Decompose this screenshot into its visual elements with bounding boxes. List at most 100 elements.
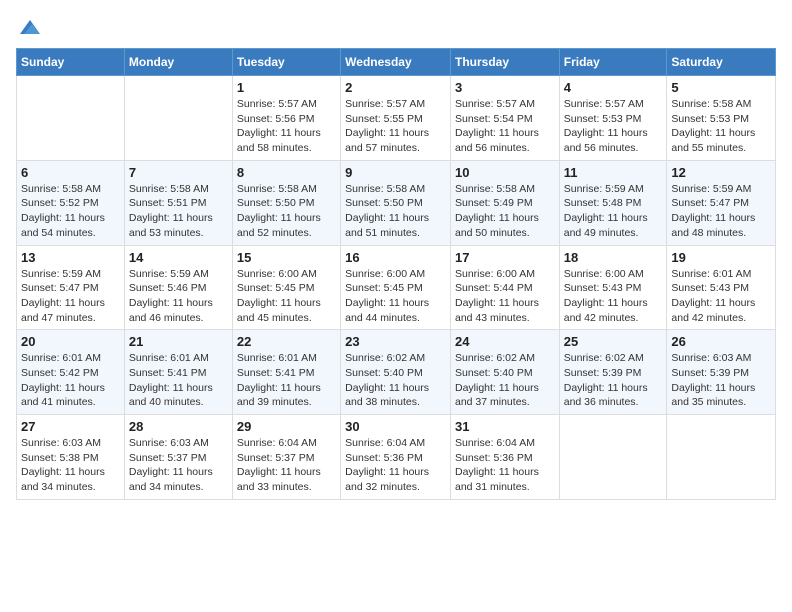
day-number: 3	[455, 80, 555, 95]
day-info: Sunrise: 6:02 AMSunset: 5:40 PMDaylight:…	[455, 351, 555, 410]
day-info: Sunrise: 5:58 AMSunset: 5:53 PMDaylight:…	[671, 97, 771, 156]
day-info: Sunrise: 6:02 AMSunset: 5:39 PMDaylight:…	[564, 351, 663, 410]
calendar-cell: 10 Sunrise: 5:58 AMSunset: 5:49 PMDayligh…	[450, 160, 559, 245]
calendar-cell: 13 Sunrise: 5:59 AMSunset: 5:47 PMDayligh…	[17, 245, 125, 330]
day-number: 27	[21, 419, 120, 434]
calendar-cell: 26 Sunrise: 6:03 AMSunset: 5:39 PMDayligh…	[667, 330, 776, 415]
calendar-cell: 22 Sunrise: 6:01 AMSunset: 5:41 PMDayligh…	[232, 330, 340, 415]
day-number: 30	[345, 419, 446, 434]
day-number: 25	[564, 334, 663, 349]
day-info: Sunrise: 5:59 AMSunset: 5:47 PMDaylight:…	[671, 182, 771, 241]
day-info: Sunrise: 6:03 AMSunset: 5:37 PMDaylight:…	[129, 436, 228, 495]
day-info: Sunrise: 6:02 AMSunset: 5:40 PMDaylight:…	[345, 351, 446, 410]
day-info: Sunrise: 5:58 AMSunset: 5:50 PMDaylight:…	[345, 182, 446, 241]
day-number: 1	[237, 80, 336, 95]
header-wednesday: Wednesday	[341, 49, 451, 76]
calendar-cell: 14 Sunrise: 5:59 AMSunset: 5:46 PMDayligh…	[124, 245, 232, 330]
calendar-cell: 8 Sunrise: 5:58 AMSunset: 5:50 PMDaylight…	[232, 160, 340, 245]
day-info: Sunrise: 6:01 AMSunset: 5:41 PMDaylight:…	[237, 351, 336, 410]
logo	[16, 16, 42, 40]
day-number: 24	[455, 334, 555, 349]
calendar-cell: 20 Sunrise: 6:01 AMSunset: 5:42 PMDayligh…	[17, 330, 125, 415]
calendar-week-row: 20 Sunrise: 6:01 AMSunset: 5:42 PMDayligh…	[17, 330, 776, 415]
calendar-cell: 27Sunrise: 6:03 AMSunset: 5:38 PMDayligh…	[17, 415, 125, 500]
calendar-cell: 24 Sunrise: 6:02 AMSunset: 5:40 PMDayligh…	[450, 330, 559, 415]
calendar-cell	[17, 76, 125, 161]
day-number: 12	[671, 165, 771, 180]
day-info: Sunrise: 6:01 AMSunset: 5:42 PMDaylight:…	[21, 351, 120, 410]
day-number: 13	[21, 250, 120, 265]
day-info: Sunrise: 5:58 AMSunset: 5:52 PMDaylight:…	[21, 182, 120, 241]
calendar-cell: 1Sunrise: 5:57 AMSunset: 5:56 PMDaylight…	[232, 76, 340, 161]
calendar-cell: 7Sunrise: 5:58 AMSunset: 5:51 PMDaylight…	[124, 160, 232, 245]
calendar-cell: 18 Sunrise: 6:00 AMSunset: 5:43 PMDayligh…	[559, 245, 667, 330]
calendar-cell: 12 Sunrise: 5:59 AMSunset: 5:47 PMDayligh…	[667, 160, 776, 245]
day-number: 4	[564, 80, 663, 95]
day-number: 14	[129, 250, 228, 265]
calendar-cell: 9 Sunrise: 5:58 AMSunset: 5:50 PMDaylight…	[341, 160, 451, 245]
calendar-cell	[559, 415, 667, 500]
calendar-table: SundayMondayTuesdayWednesdayThursdayFrid…	[16, 48, 776, 500]
calendar-cell: 23 Sunrise: 6:02 AMSunset: 5:40 PMDayligh…	[341, 330, 451, 415]
logo-icon	[18, 16, 42, 40]
day-info: Sunrise: 5:58 AMSunset: 5:50 PMDaylight:…	[237, 182, 336, 241]
day-number: 22	[237, 334, 336, 349]
day-number: 21	[129, 334, 228, 349]
day-number: 19	[671, 250, 771, 265]
calendar-cell: 16 Sunrise: 6:00 AMSunset: 5:45 PMDayligh…	[341, 245, 451, 330]
day-number: 10	[455, 165, 555, 180]
day-number: 6	[21, 165, 120, 180]
day-number: 5	[671, 80, 771, 95]
day-info: Sunrise: 6:00 AMSunset: 5:43 PMDaylight:…	[564, 267, 663, 326]
day-number: 9	[345, 165, 446, 180]
calendar-week-row: 6 Sunrise: 5:58 AMSunset: 5:52 PMDaylight…	[17, 160, 776, 245]
day-number: 26	[671, 334, 771, 349]
calendar-cell: 17Sunrise: 6:00 AMSunset: 5:44 PMDayligh…	[450, 245, 559, 330]
day-number: 2	[345, 80, 446, 95]
header-thursday: Thursday	[450, 49, 559, 76]
day-info: Sunrise: 5:57 AMSunset: 5:53 PMDaylight:…	[564, 97, 663, 156]
calendar-cell: 28Sunrise: 6:03 AMSunset: 5:37 PMDayligh…	[124, 415, 232, 500]
calendar-cell: 31Sunrise: 6:04 AMSunset: 5:36 PMDayligh…	[450, 415, 559, 500]
calendar-cell: 19 Sunrise: 6:01 AMSunset: 5:43 PMDayligh…	[667, 245, 776, 330]
calendar-cell: 21 Sunrise: 6:01 AMSunset: 5:41 PMDayligh…	[124, 330, 232, 415]
calendar-cell	[124, 76, 232, 161]
calendar-week-row: 27Sunrise: 6:03 AMSunset: 5:38 PMDayligh…	[17, 415, 776, 500]
day-info: Sunrise: 5:59 AMSunset: 5:48 PMDaylight:…	[564, 182, 663, 241]
day-info: Sunrise: 5:58 AMSunset: 5:49 PMDaylight:…	[455, 182, 555, 241]
calendar-cell: 4 Sunrise: 5:57 AMSunset: 5:53 PMDaylight…	[559, 76, 667, 161]
day-info: Sunrise: 6:04 AMSunset: 5:36 PMDaylight:…	[455, 436, 555, 495]
day-number: 8	[237, 165, 336, 180]
day-info: Sunrise: 6:01 AMSunset: 5:41 PMDaylight:…	[129, 351, 228, 410]
day-info: Sunrise: 5:59 AMSunset: 5:47 PMDaylight:…	[21, 267, 120, 326]
calendar-cell: 30 Sunrise: 6:04 AMSunset: 5:36 PMDayligh…	[341, 415, 451, 500]
page-header	[16, 16, 776, 40]
calendar-cell: 2 Sunrise: 5:57 AMSunset: 5:55 PMDaylight…	[341, 76, 451, 161]
day-number: 11	[564, 165, 663, 180]
header-tuesday: Tuesday	[232, 49, 340, 76]
calendar-cell: 15Sunrise: 6:00 AMSunset: 5:45 PMDayligh…	[232, 245, 340, 330]
header-monday: Monday	[124, 49, 232, 76]
day-info: Sunrise: 6:01 AMSunset: 5:43 PMDaylight:…	[671, 267, 771, 326]
day-info: Sunrise: 6:04 AMSunset: 5:36 PMDaylight:…	[345, 436, 446, 495]
day-number: 18	[564, 250, 663, 265]
header-sunday: Sunday	[17, 49, 125, 76]
day-info: Sunrise: 5:59 AMSunset: 5:46 PMDaylight:…	[129, 267, 228, 326]
day-number: 7	[129, 165, 228, 180]
day-number: 20	[21, 334, 120, 349]
calendar-cell	[667, 415, 776, 500]
day-info: Sunrise: 5:57 AMSunset: 5:55 PMDaylight:…	[345, 97, 446, 156]
day-info: Sunrise: 6:04 AMSunset: 5:37 PMDaylight:…	[237, 436, 336, 495]
day-info: Sunrise: 6:00 AMSunset: 5:45 PMDaylight:…	[345, 267, 446, 326]
calendar-cell: 3 Sunrise: 5:57 AMSunset: 5:54 PMDaylight…	[450, 76, 559, 161]
header-friday: Friday	[559, 49, 667, 76]
day-number: 29	[237, 419, 336, 434]
day-info: Sunrise: 6:03 AMSunset: 5:39 PMDaylight:…	[671, 351, 771, 410]
calendar-cell: 29 Sunrise: 6:04 AMSunset: 5:37 PMDayligh…	[232, 415, 340, 500]
calendar-cell: 5 Sunrise: 5:58 AMSunset: 5:53 PMDaylight…	[667, 76, 776, 161]
day-number: 16	[345, 250, 446, 265]
day-info: Sunrise: 5:57 AMSunset: 5:54 PMDaylight:…	[455, 97, 555, 156]
calendar-header-row: SundayMondayTuesdayWednesdayThursdayFrid…	[17, 49, 776, 76]
day-number: 23	[345, 334, 446, 349]
day-number: 17	[455, 250, 555, 265]
